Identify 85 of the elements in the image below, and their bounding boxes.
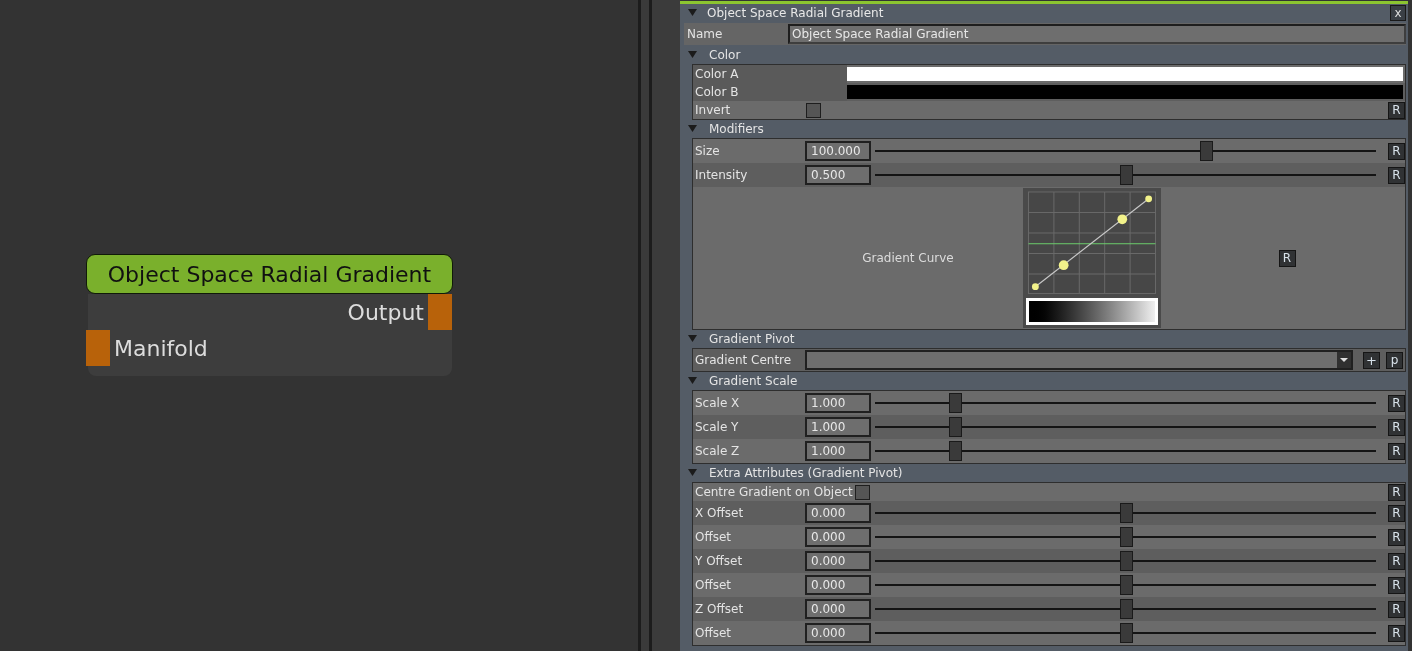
reset-button[interactable]: R: [1388, 528, 1405, 546]
number-field[interactable]: 0.000: [805, 575, 871, 595]
field-label: Scale X: [694, 395, 741, 412]
color-swatch[interactable]: [847, 67, 1403, 81]
reset-button[interactable]: R: [1388, 624, 1405, 642]
reset-button[interactable]: R: [1388, 483, 1405, 501]
section-header[interactable]: Modifiers: [709, 120, 764, 138]
curve-point[interactable]: [1145, 195, 1153, 203]
reset-button[interactable]: R: [1388, 418, 1405, 436]
field-label: Offset: [694, 529, 733, 546]
section-header[interactable]: Gradient Scale: [709, 372, 798, 390]
port-label: Manifold: [114, 334, 208, 363]
curve-editor[interactable]: [1023, 188, 1161, 328]
field-label: Invert: [694, 102, 732, 119]
node-title[interactable]: Object Space Radial Gradient: [86, 254, 453, 294]
section-header[interactable]: Extra Attributes (Gradient Pivot): [709, 464, 903, 482]
field-label: Gradient Centre: [694, 352, 793, 369]
collapse-triangle-icon[interactable]: [688, 469, 697, 477]
field-label: Scale Y: [694, 419, 740, 436]
curve-point[interactable]: [1058, 260, 1069, 271]
dropdown-caret-icon[interactable]: [1337, 352, 1351, 368]
reset-button[interactable]: R: [1388, 442, 1405, 460]
section-header[interactable]: Gradient Pivot: [709, 330, 795, 348]
slider-thumb[interactable]: [949, 393, 963, 413]
field-label: Centre Gradient on Object: [694, 484, 853, 501]
slider-thumb[interactable]: [1119, 527, 1133, 547]
input-port[interactable]: [86, 330, 110, 366]
slider-thumb[interactable]: [949, 417, 963, 437]
field-label: Intensity: [694, 167, 749, 184]
number-field[interactable]: 0.500: [805, 165, 871, 185]
number-field[interactable]: 0.000: [805, 623, 871, 643]
reset-button[interactable]: R: [1388, 504, 1405, 522]
splitter-handle[interactable]: [638, 0, 652, 651]
number-field[interactable]: 0.000: [805, 599, 871, 619]
number-field[interactable]: 100.000: [805, 141, 871, 161]
reset-button[interactable]: R: [1388, 166, 1405, 184]
reset-button[interactable]: R: [1388, 600, 1405, 618]
reset-button[interactable]: R: [1388, 394, 1405, 412]
slider-thumb[interactable]: [1119, 623, 1133, 643]
section-header[interactable]: Color: [709, 46, 741, 64]
number-field[interactable]: 0.000: [805, 551, 871, 571]
slider-thumb[interactable]: [1119, 599, 1133, 619]
reset-button[interactable]: R: [1278, 249, 1296, 267]
slider-thumb[interactable]: [1119, 503, 1133, 523]
reset-button[interactable]: R: [1388, 552, 1405, 570]
pick-button[interactable]: p: [1386, 351, 1403, 369]
checkbox[interactable]: [806, 102, 821, 118]
field-label: Color A: [693, 65, 847, 83]
panel-title: Object Space Radial Gradient: [707, 5, 885, 22]
number-field[interactable]: 1.000: [805, 441, 871, 461]
checkbox[interactable]: [854, 484, 870, 500]
field-label: Color B: [693, 83, 847, 101]
collapse-triangle-icon[interactable]: [688, 377, 697, 385]
color-swatch[interactable]: [847, 85, 1403, 99]
field-label: Gradient Curve: [861, 250, 954, 267]
field-label: Offset: [694, 625, 733, 642]
reset-button[interactable]: R: [1388, 142, 1405, 160]
slider-thumb[interactable]: [1119, 551, 1133, 571]
add-button[interactable]: +: [1363, 351, 1380, 369]
field-label: Size: [694, 143, 721, 160]
close-button[interactable]: x: [1390, 5, 1406, 21]
field-label: Scale Z: [694, 443, 741, 460]
reset-button[interactable]: R: [1388, 576, 1405, 594]
slider-thumb[interactable]: [1119, 575, 1133, 595]
reset-button[interactable]: R: [1388, 101, 1405, 119]
field-label: Name: [686, 26, 724, 43]
curve-point[interactable]: [1031, 283, 1039, 291]
number-field[interactable]: 0.000: [805, 527, 871, 547]
collapse-triangle-icon[interactable]: [688, 335, 697, 343]
curve-point[interactable]: [1117, 214, 1128, 225]
collapse-triangle-icon[interactable]: [688, 9, 697, 17]
number-field[interactable]: 1.000: [805, 393, 871, 413]
number-field[interactable]: 1.000: [805, 417, 871, 437]
field-label: Y Offset: [694, 553, 744, 570]
name-field[interactable]: Object Space Radial Gradient: [788, 24, 1406, 44]
slider-thumb[interactable]: [949, 441, 963, 461]
field-label: X Offset: [694, 505, 745, 522]
slider-thumb[interactable]: [1119, 165, 1133, 185]
collapse-triangle-icon[interactable]: [688, 51, 697, 59]
slider-thumb[interactable]: [1199, 141, 1213, 161]
port-label: Output: [347, 298, 424, 327]
field-label: Offset: [694, 577, 733, 594]
number-field[interactable]: 0.000: [805, 503, 871, 523]
collapse-triangle-icon[interactable]: [688, 125, 697, 133]
field-label: Z Offset: [694, 601, 745, 618]
